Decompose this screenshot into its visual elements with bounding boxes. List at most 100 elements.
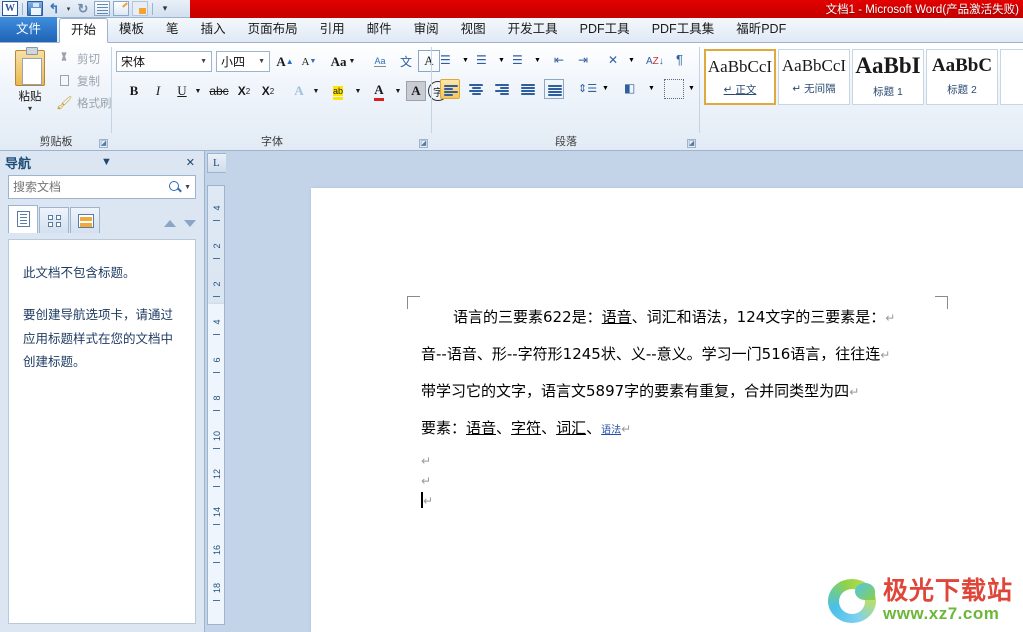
- phonetic-guide-icon[interactable]: Aa: [368, 50, 392, 72]
- close-icon[interactable]: ✕: [182, 156, 199, 169]
- underline-icon[interactable]: U: [172, 81, 192, 101]
- character-shading-icon[interactable]: A: [406, 81, 426, 101]
- style-heading-2[interactable]: AaBbC 标题 2: [926, 49, 998, 105]
- line-spacing-dropdown-icon[interactable]: ▼: [600, 79, 611, 99]
- sort-icon[interactable]: AZ↓: [646, 51, 666, 71]
- style-normal[interactable]: AaBbCcI ↵ 正文: [704, 49, 776, 105]
- text-effects-dropdown-icon[interactable]: ▼: [310, 81, 322, 101]
- tab-template[interactable]: 模板: [108, 17, 155, 42]
- search-document-box[interactable]: ▼: [8, 175, 196, 199]
- font-dialog-launcher[interactable]: ◪: [419, 139, 428, 148]
- vertical-ruler[interactable]: 4 2 2 4 6 8 10 12 14 16 18: [207, 185, 225, 625]
- table-icon[interactable]: [94, 1, 110, 16]
- borders-icon[interactable]: [664, 79, 684, 99]
- results-view-icon[interactable]: [70, 207, 100, 233]
- font-color-dropdown-icon[interactable]: ▼: [392, 81, 404, 101]
- navigation-nav-buttons[interactable]: [164, 220, 196, 233]
- superscript-icon[interactable]: X2: [258, 81, 278, 101]
- hyperlink-text[interactable]: 语法: [601, 425, 621, 436]
- multilevel-list-icon[interactable]: ☰: [512, 51, 532, 71]
- font-name-input[interactable]: 宋体 ▼: [116, 51, 212, 72]
- show-marks-icon[interactable]: ¶: [676, 51, 696, 71]
- chevron-down-icon[interactable]: ▼: [97, 156, 116, 168]
- style-heading-1[interactable]: AaBbI 标题 1: [852, 49, 924, 105]
- clipboard-dialog-launcher[interactable]: ◪: [99, 139, 108, 148]
- shrink-font-icon[interactable]: A ▼: [298, 51, 320, 72]
- search-options-dropdown-icon[interactable]: ▼: [184, 184, 191, 191]
- font-color-icon[interactable]: A: [368, 81, 390, 101]
- document-empty-paragraph-1[interactable]: ↵: [421, 451, 951, 471]
- borders-dropdown-icon[interactable]: ▼: [686, 79, 697, 99]
- format-painter-button[interactable]: 🖌 格式刷: [56, 95, 112, 111]
- shading-icon[interactable]: ◧: [624, 79, 644, 99]
- shading-dropdown-icon[interactable]: ▼: [646, 79, 657, 99]
- line-spacing-icon[interactable]: ⇕☰: [578, 79, 598, 99]
- multilevel-list-dropdown-icon[interactable]: ▼: [532, 51, 543, 71]
- document-paragraph-3[interactable]: 带学习它的文字，语言文5897字的要素有重复，合并同类型为四↵: [421, 382, 951, 400]
- copy-button[interactable]: 复制: [56, 73, 100, 89]
- tab-developer[interactable]: 开发工具: [497, 17, 569, 42]
- increase-indent-icon[interactable]: ⇥: [578, 51, 598, 71]
- document-paragraph-4[interactable]: 要素：语音、字符、词汇、语法↵: [421, 419, 951, 437]
- change-case-icon[interactable]: Aa ▼: [326, 51, 360, 72]
- tab-references[interactable]: 引用: [309, 17, 356, 42]
- quick-access-toolbar[interactable]: W ↰ ▾ ↻ ▾: [0, 0, 190, 18]
- tab-foxit-pdf[interactable]: 福昕PDF: [725, 17, 797, 42]
- tab-insert[interactable]: 插入: [190, 17, 237, 42]
- customize-qat-icon[interactable]: ▾: [157, 1, 173, 16]
- pane-icon[interactable]: [132, 1, 148, 16]
- search-input[interactable]: [13, 180, 168, 194]
- document-canvas[interactable]: 语言的三要素622是：语音、词汇和语法，124文字的三要素是：↵ 音--语音、形…: [226, 151, 1023, 632]
- tab-view[interactable]: 视图: [450, 17, 497, 42]
- tab-pdf-tools[interactable]: PDF工具: [569, 17, 641, 42]
- tab-home[interactable]: 开始: [59, 18, 109, 43]
- font-size-input[interactable]: 小四 ▼: [216, 51, 270, 72]
- asian-layout-dropdown-icon[interactable]: ▼: [626, 51, 637, 71]
- strikethrough-icon[interactable]: abc: [208, 81, 230, 101]
- document-paragraph-2[interactable]: 音--语音、形--字符形1245状、义--意义。学习一门516语言，往往连↵: [421, 345, 951, 363]
- align-left-icon[interactable]: [440, 79, 460, 99]
- style-no-spacing[interactable]: AaBbCcI ↵ 无间隔: [778, 49, 850, 105]
- next-icon[interactable]: [184, 220, 196, 227]
- search-icon[interactable]: [168, 180, 180, 194]
- document-page[interactable]: 语言的三要素622是：语音、词汇和语法，124文字的三要素是：↵ 音--语音、形…: [311, 188, 1023, 632]
- character-border-icon[interactable]: 文: [394, 50, 418, 72]
- document-text[interactable]: 语言的三要素622是：语音、词汇和语法，124文字的三要素是：↵ 音--语音、形…: [421, 308, 951, 511]
- numbering-icon[interactable]: ☰: [476, 51, 496, 71]
- pen-icon[interactable]: [113, 1, 129, 16]
- font-size-dropdown-icon[interactable]: ▼: [258, 58, 265, 65]
- undo-dropdown-icon[interactable]: ▾: [65, 1, 72, 16]
- document-empty-paragraph-2[interactable]: ↵: [421, 471, 951, 491]
- tab-file[interactable]: 文件: [0, 17, 58, 42]
- document-paragraph-1[interactable]: 语言的三要素622是：语音、词汇和语法，124文字的三要素是：↵: [421, 308, 951, 326]
- word-logo-icon[interactable]: W: [2, 1, 18, 16]
- redo-icon[interactable]: ↻: [75, 1, 91, 16]
- navigation-view-tabs[interactable]: [8, 205, 196, 233]
- paste-dropdown-icon[interactable]: ▾: [8, 104, 52, 113]
- numbering-dropdown-icon[interactable]: ▼: [496, 51, 507, 71]
- save-icon[interactable]: [27, 1, 43, 16]
- font-name-dropdown-icon[interactable]: ▼: [200, 58, 207, 65]
- paragraph-dialog-launcher[interactable]: ◪: [687, 139, 696, 148]
- headings-view-icon[interactable]: [8, 205, 38, 233]
- asian-layout-icon[interactable]: ✕: [608, 51, 628, 71]
- align-right-icon[interactable]: [492, 79, 512, 99]
- text-effects-icon[interactable]: A: [288, 81, 310, 101]
- ribbon-tab-strip[interactable]: 文件 开始 模板 笔 插入 页面布局 引用 邮件 审阅 视图 开发工具 PDF工…: [0, 17, 1023, 43]
- highlight-icon[interactable]: ab: [326, 81, 350, 101]
- paste-button[interactable]: 粘贴 ▾: [8, 47, 52, 120]
- tab-pdf-toolset[interactable]: PDF工具集: [641, 17, 726, 42]
- document-empty-paragraph-3[interactable]: ↵: [421, 491, 951, 511]
- bold-icon[interactable]: B: [124, 81, 144, 101]
- bullets-icon[interactable]: ☰: [440, 51, 460, 71]
- highlight-dropdown-icon[interactable]: ▼: [352, 81, 364, 101]
- underline-dropdown-icon[interactable]: ▼: [192, 81, 204, 101]
- justify-icon[interactable]: [518, 79, 538, 99]
- style-heading-3[interactable]: Aa 标: [1000, 49, 1023, 105]
- tab-page-layout[interactable]: 页面布局: [237, 17, 309, 42]
- tab-pen[interactable]: 笔: [155, 17, 190, 42]
- italic-icon[interactable]: I: [148, 81, 168, 101]
- previous-icon[interactable]: [164, 220, 176, 227]
- align-center-icon[interactable]: [466, 79, 486, 99]
- decrease-indent-icon[interactable]: ⇤: [554, 51, 574, 71]
